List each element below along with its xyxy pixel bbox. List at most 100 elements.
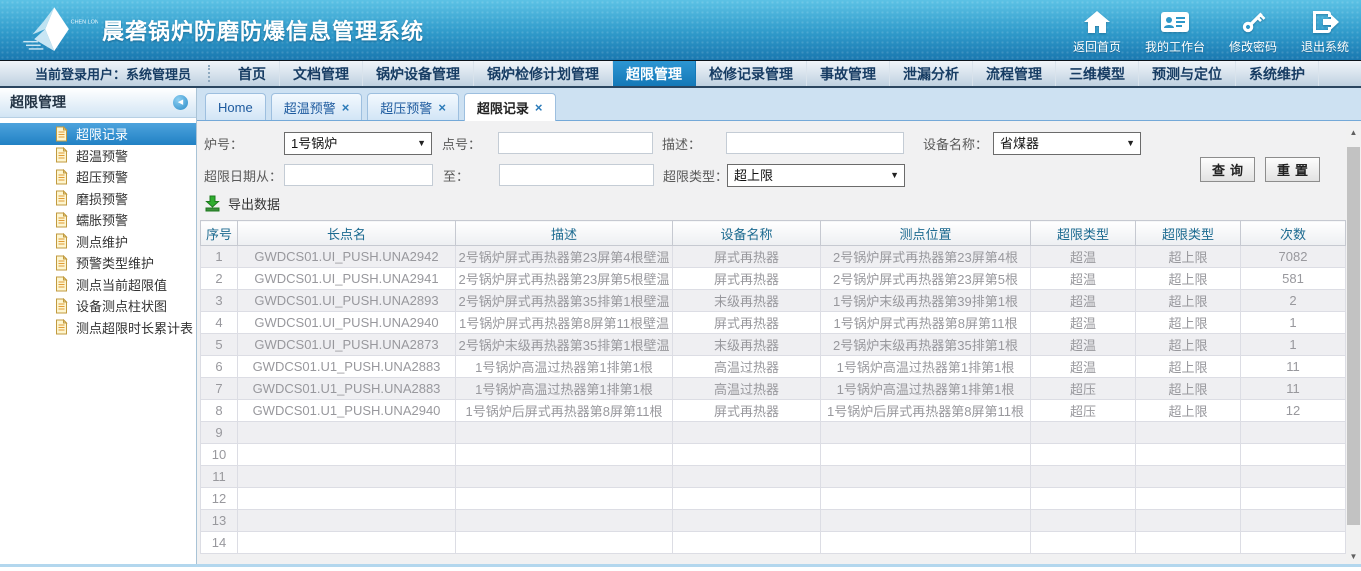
table-filler-body: 9 10 <box>201 422 1346 554</box>
column-header[interactable]: 测点位置 <box>821 221 1031 246</box>
nav-item[interactable]: 锅炉设备管理 <box>363 61 474 86</box>
tab-close-icon[interactable]: × <box>438 101 446 114</box>
table-row[interactable]: 7 GWDCS01.U1_PUSH.UNA2883 1号锅炉高温过热器第1排第1… <box>201 378 1346 400</box>
point-input[interactable] <box>498 132 653 154</box>
nav-item[interactable]: 三维模型 <box>1056 61 1139 86</box>
nav-item[interactable]: 检修记录管理 <box>696 61 807 86</box>
logout-button[interactable]: 退出系统 <box>1301 7 1349 55</box>
table-row[interactable]: 5 GWDCS01.UI_PUSH.UNA2873 2号锅炉末级再热器第35排第… <box>201 334 1346 356</box>
export-data-link[interactable]: 导出数据 <box>228 194 280 213</box>
table-row[interactable]: 1 GWDCS01.UI_PUSH.UNA2942 2号锅炉屏式再热器第23屏第… <box>201 246 1346 268</box>
tab-close-icon[interactable]: × <box>342 101 350 114</box>
change-password-button[interactable]: 修改密码 <box>1229 7 1277 55</box>
cell-empty <box>1136 422 1241 444</box>
column-header[interactable]: 长点名 <box>238 221 456 246</box>
table-row[interactable]: 8 GWDCS01.U1_PUSH.UNA2940 1号锅炉后屏式再热器第8屏第… <box>201 400 1346 422</box>
nav-item[interactable]: 系统维护 <box>1236 61 1319 86</box>
table-empty-row[interactable]: 9 <box>201 422 1346 444</box>
nav-item[interactable]: 预测与定位 <box>1139 61 1236 86</box>
column-header[interactable]: 描述 <box>456 221 673 246</box>
boiler-select[interactable]: 1号锅炉 ▼ <box>284 132 432 155</box>
chevron-down-icon: ▼ <box>417 133 426 154</box>
date-from-input[interactable] <box>284 164 433 186</box>
action-label: 修改密码 <box>1229 38 1277 55</box>
sidebar-item[interactable]: 预警类型维护 <box>0 252 196 274</box>
sidebar-item[interactable]: 超温预警 <box>0 145 196 167</box>
sidebar-item[interactable]: 测点维护 <box>0 231 196 253</box>
table-empty-row[interactable]: 13 <box>201 510 1346 532</box>
table-empty-row[interactable]: 10 <box>201 444 1346 466</box>
sidebar-item-label: 蠕胀预警 <box>76 210 128 229</box>
table-row[interactable]: 6 GWDCS01.U1_PUSH.UNA2883 1号锅炉高温过热器第1排第1… <box>201 356 1346 378</box>
point-label: 点号： <box>442 134 498 153</box>
cell-empty <box>673 422 821 444</box>
cell-seq: 7 <box>201 378 238 400</box>
nav-item[interactable]: 流程管理 <box>973 61 1056 86</box>
tab[interactable]: 超压预警 × <box>367 93 459 120</box>
cell-count: 12 <box>1241 400 1346 422</box>
return-home-button[interactable]: 返回首页 <box>1073 7 1121 55</box>
vertical-scrollbar[interactable]: ▲ ▼ <box>1346 121 1361 564</box>
reset-button[interactable]: 重置 <box>1265 157 1320 182</box>
scroll-up-icon[interactable]: ▲ <box>1346 124 1361 140</box>
sidebar-collapse-icon[interactable]: ◀ <box>173 95 188 110</box>
sidebar-item[interactable]: 超限记录 <box>0 123 196 145</box>
cell-count: 1 <box>1241 312 1346 334</box>
scrollbar-thumb[interactable] <box>1347 147 1360 525</box>
tab[interactable]: 超限记录 × <box>464 93 556 121</box>
device-select[interactable]: 省煤器 ▼ <box>993 132 1141 155</box>
action-label: 我的工作台 <box>1145 38 1205 55</box>
tab[interactable]: 超温预警 × <box>271 93 363 120</box>
document-icon <box>55 212 68 228</box>
cell-seq: 2 <box>201 268 238 290</box>
table-row[interactable]: 2 GWDCS01.UI_PUSH.UNA2941 2号锅炉屏式再热器第23屏第… <box>201 268 1346 290</box>
sidebar-item[interactable]: 磨损预警 <box>0 188 196 210</box>
nav-item[interactable]: 文档管理 <box>280 61 363 86</box>
nav-item[interactable]: 事故管理 <box>807 61 890 86</box>
sidebar-header: 超限管理 ◀ <box>0 88 196 118</box>
sidebar-item-label: 测点维护 <box>76 232 128 251</box>
nav-item[interactable]: 泄漏分析 <box>890 61 973 86</box>
sidebar-item-label: 超温预警 <box>76 146 128 165</box>
tab-close-icon[interactable]: × <box>535 101 543 114</box>
sidebar-item[interactable]: 蠕胀预警 <box>0 209 196 231</box>
cell-limit-type2: 超上限 <box>1136 378 1241 400</box>
column-header[interactable]: 超限类型 <box>1031 221 1136 246</box>
cell-device-name: 屏式再热器 <box>673 268 821 290</box>
nav-item[interactable]: 首页 <box>225 61 280 86</box>
my-workbench-button[interactable]: 我的工作台 <box>1145 7 1205 55</box>
desc-input[interactable] <box>726 132 904 154</box>
date-to-input[interactable] <box>499 164 654 186</box>
sidebar-item[interactable]: 测点当前超限值 <box>0 274 196 296</box>
table-empty-row[interactable]: 11 <box>201 466 1346 488</box>
limit-type-select[interactable]: 超上限 ▼ <box>727 164 905 187</box>
cell-point-position: 1号锅炉高温过热器第1排第1根 <box>821 356 1031 378</box>
cell-empty <box>456 422 673 444</box>
sidebar-item[interactable]: 设备测点柱状图 <box>0 295 196 317</box>
tab[interactable]: Home × <box>205 93 266 120</box>
sidebar: 超限管理 ◀ 超限记录 <box>0 88 197 564</box>
search-button[interactable]: 查询 <box>1200 157 1255 182</box>
column-header[interactable]: 序号 <box>201 221 238 246</box>
scroll-down-icon[interactable]: ▼ <box>1346 548 1361 564</box>
cell-device-name: 屏式再热器 <box>673 312 821 334</box>
column-header[interactable]: 超限类型 <box>1136 221 1241 246</box>
table-empty-row[interactable]: 12 <box>201 488 1346 510</box>
sidebar-item[interactable]: 超压预警 <box>0 166 196 188</box>
sidebar-item[interactable]: 测点超限时长累计表 <box>0 317 196 339</box>
cell-point-name: GWDCS01.U1_PUSH.UNA2883 <box>238 378 456 400</box>
column-header[interactable]: 次数 <box>1241 221 1346 246</box>
main-navbar: 当前登录用户：系统管理员 首页 文档管理 锅炉设备管理 锅炉检修计划管理 超限管… <box>0 60 1361 88</box>
nav-item[interactable]: 超限管理 <box>613 61 696 86</box>
table-row[interactable]: 3 GWDCS01.UI_PUSH.UNA2893 2号锅炉屏式再热器第35排第… <box>201 290 1346 312</box>
column-header[interactable]: 设备名称 <box>673 221 821 246</box>
nav-item[interactable]: 锅炉检修计划管理 <box>474 61 613 86</box>
device-select-value: 省煤器 <box>1000 136 1039 151</box>
cell-seq: 14 <box>201 532 238 554</box>
table-empty-row[interactable]: 14 <box>201 532 1346 554</box>
cell-point-name: GWDCS01.UI_PUSH.UNA2941 <box>238 268 456 290</box>
document-icon <box>55 276 68 292</box>
cell-empty <box>238 488 456 510</box>
cell-seq: 9 <box>201 422 238 444</box>
table-row[interactable]: 4 GWDCS01.UI_PUSH.UNA2940 1号锅炉屏式再热器第8屏第1… <box>201 312 1346 334</box>
